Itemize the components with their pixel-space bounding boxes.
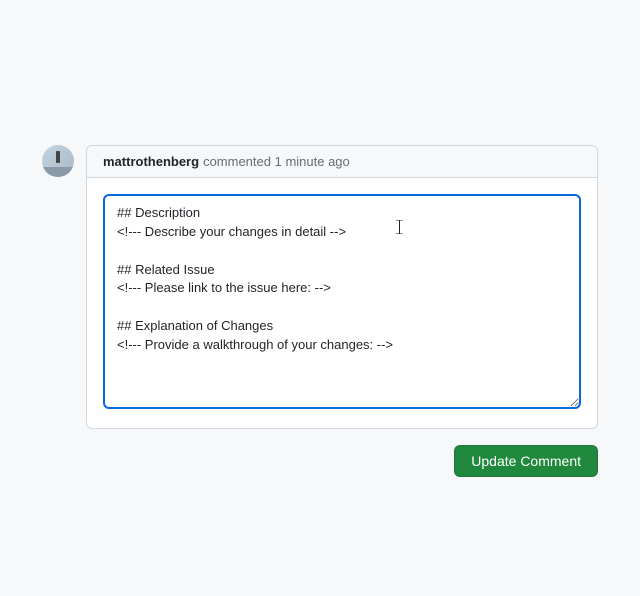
comment-container: mattrothenberg commented 1 minute ago <box>42 145 598 429</box>
commented-text: commented 1 minute ago <box>203 154 350 169</box>
comment-box: mattrothenberg commented 1 minute ago <box>86 145 598 429</box>
username[interactable]: mattrothenberg <box>103 154 199 169</box>
comment-body <box>87 178 597 428</box>
update-comment-button[interactable]: Update Comment <box>454 445 598 477</box>
avatar[interactable] <box>42 145 74 177</box>
action-row: Update Comment <box>454 445 598 477</box>
comment-header: mattrothenberg commented 1 minute ago <box>87 146 597 178</box>
comment-textarea[interactable] <box>103 194 581 409</box>
